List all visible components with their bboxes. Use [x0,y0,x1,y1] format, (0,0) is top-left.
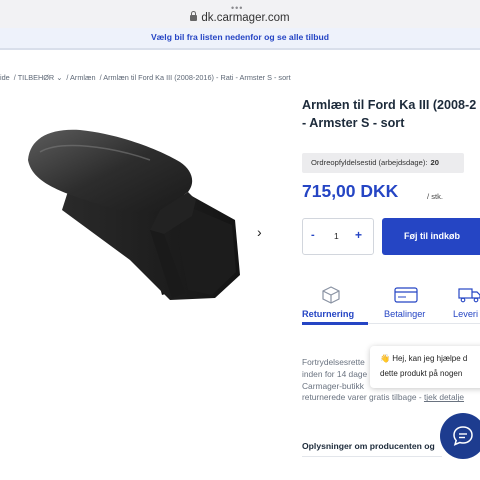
tab-active-indicator [302,322,368,325]
quantity-input[interactable]: 1 [334,231,339,241]
armrest-image [28,129,240,300]
product-title-line2: - Armster S - sort [302,116,405,130]
tab-delivery[interactable]: Leveri [452,283,480,323]
delivery-time-value: 20 [430,158,439,167]
chat-popup-line1-text: Hej, kan jeg hjælpe d [392,354,468,363]
returns-details-link[interactable]: tjek detalje [424,392,464,402]
card-icon [394,287,418,303]
product-price: 715,00 DKK [302,181,399,201]
chat-popup-line2: dette produkt på nogen [380,369,463,378]
info-divider [302,456,442,457]
returns-text-line4-text: returnerede varer gratis tilbage - [302,392,424,403]
breadcrumb-item-home[interactable]: ide [0,73,10,82]
chat-bubble-icon [453,426,473,446]
product-image[interactable] [0,100,290,330]
chat-popup[interactable]: 👋 Hej, kan jeg hjælpe d dette produkt på… [370,346,480,388]
product-title: Armlæn til Ford Ka III (2008-2 - Armster… [302,96,480,132]
browser-top-bar: ••• dk.carmager.com [0,0,480,28]
returns-text-line4: returnerede varer gratis tilbage - tjek … [302,392,480,404]
delivery-time-label: Ordreopfyldelsestid (arbejdsdage): [311,158,428,167]
tab-payments[interactable]: Betalinger [383,283,443,323]
tab-delivery-label: Leveri [453,309,479,319]
add-to-cart-button[interactable]: Føj til indkøb [382,218,480,255]
product-title-line1: Armlæn til Ford Ka III (2008-2 [302,98,477,112]
manufacturer-info-heading[interactable]: Oplysninger om producenten og [302,441,435,451]
banner-text: Vælg bil fra listen nedenfor og se alle … [150,32,330,42]
tab-returns-label: Returnering [302,309,355,319]
delivery-time-badge: Ordreopfyldelsestid (arbejdsdage): 20 [302,153,464,173]
price-unit: / stk. [427,192,444,201]
breadcrumb-item-current: / Armlæn til Ford Ka III (2008-2016) - R… [99,73,291,82]
quantity-decrease-button[interactable]: - [311,229,315,241]
tab-payments-label: Betalinger [384,309,426,319]
truck-icon [458,288,480,303]
waving-hand-icon: 👋 [380,354,390,363]
breadcrumb-item-accessories[interactable]: / TILBEHØR ⌄ [14,73,63,82]
chat-button[interactable] [440,413,480,459]
lock-icon [190,11,198,21]
quantity-stepper: - 1 + [302,218,374,255]
next-image-chevron-icon[interactable]: › [257,224,262,240]
quantity-increase-button[interactable]: + [355,228,362,242]
package-icon [322,286,340,304]
tab-returns[interactable]: Returnering [302,283,368,323]
address-bar[interactable]: dk.carmager.com [0,11,480,24]
breadcrumb-item-armrests[interactable]: / Armlæn [66,73,95,82]
vehicle-select-banner[interactable]: Vælg bil fra listen nedenfor og se alle … [0,28,480,50]
chat-popup-line1: 👋 Hej, kan jeg hjælpe d [380,354,467,363]
breadcrumb: ide / TILBEHØR ⌄ / Armlæn / Armlæn til F… [0,73,293,82]
url-text: dk.carmager.com [201,12,290,24]
add-to-cart-label: Føj til indkøb [404,231,460,241]
